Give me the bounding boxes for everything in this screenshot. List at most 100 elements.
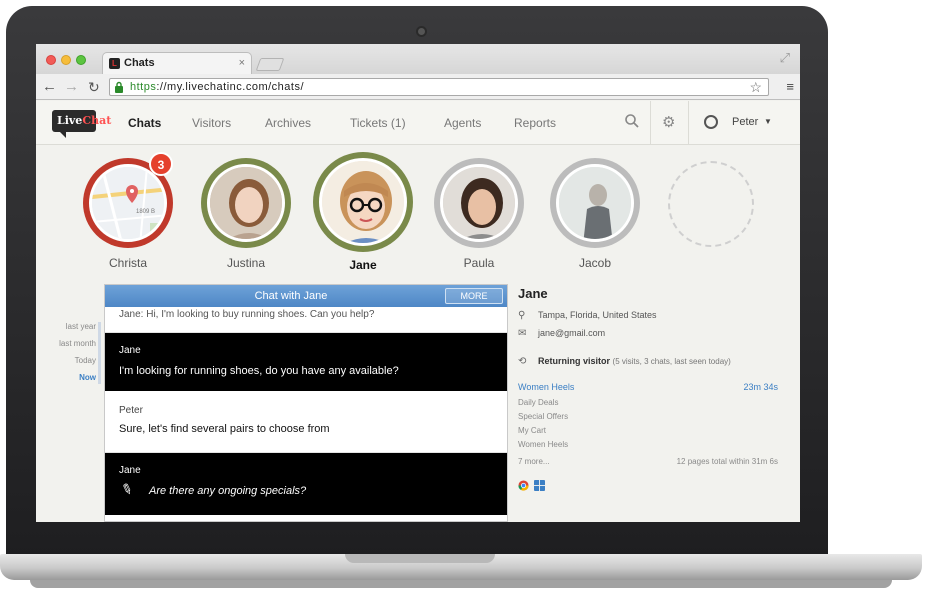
location-text: Tampa, Florida, United States <box>538 310 657 320</box>
unread-badge: 3 <box>149 152 173 176</box>
browser-tabstrip: L Chats × ⤢ <box>36 44 800 74</box>
page-title: My Cart <box>518 426 546 435</box>
visitor-location: ⚲ Tampa, Florida, United States <box>518 310 657 321</box>
visitor-bubble-justina[interactable] <box>201 158 291 248</box>
message-text: Sure, let's find several pairs to choose… <box>119 423 330 435</box>
timeline-label: last month <box>59 339 96 348</box>
timeline-label: last year <box>65 322 96 331</box>
visitor-avatar <box>207 164 285 242</box>
nav-archives[interactable]: Archives <box>265 116 311 130</box>
visitor-detail-name: Jane <box>518 286 548 301</box>
new-tab-button[interactable] <box>255 58 285 71</box>
visited-page[interactable]: Special Offers <box>518 412 778 421</box>
laptop-shadow <box>30 580 892 588</box>
chat-message: Jane ✎ Are there any ongoing specials? <box>105 453 507 515</box>
nav-reports[interactable]: Reports <box>514 116 556 130</box>
chat-message-partial: Jane: Hi, I'm looking to buy running sho… <box>105 307 507 333</box>
pencil-icon: ✎ <box>118 479 136 499</box>
map-label: 1809 B <box>136 209 156 215</box>
chat-message: Peter Sure, let's find several pairs to … <box>105 391 507 453</box>
visited-page[interactable]: My Cart <box>518 426 778 435</box>
map-icon <box>92 167 164 239</box>
tab-title: Chats <box>124 57 155 69</box>
app-navbar: LiveChat Chats Visitors Archives Tickets… <box>36 101 800 145</box>
logo-word-live: Live <box>57 114 83 127</box>
fullscreen-icon[interactable]: ⤢ <box>780 50 790 66</box>
page-title: Daily Deals <box>518 398 559 407</box>
message-author: Peter <box>119 405 143 416</box>
visited-page[interactable]: Daily Deals <box>518 398 778 407</box>
chat-message: Jane I'm looking for running shoes, do y… <box>105 333 507 391</box>
search-icon[interactable] <box>624 113 640 129</box>
forward-icon[interactable]: → <box>64 78 79 95</box>
chrome-icon <box>518 480 529 491</box>
back-icon[interactable]: ← <box>42 78 57 95</box>
visited-page[interactable]: Women Heels <box>518 440 778 449</box>
message-text: I'm looking for running shoes, do you ha… <box>119 365 399 377</box>
visitor-bubble-jacob[interactable] <box>550 158 640 248</box>
user-name[interactable]: Peter <box>732 116 758 128</box>
agent-status-icon[interactable] <box>704 115 718 129</box>
timeline-bar[interactable] <box>98 322 101 384</box>
visitor-bubble-paula[interactable] <box>434 158 524 248</box>
nav-separator <box>688 101 689 145</box>
logo-tail <box>60 132 66 138</box>
message-text: Jane: Hi, I'm looking to buy running sho… <box>119 309 375 320</box>
returning-visitor: ⟲ Returning visitor (5 visits, 3 chats, l… <box>518 356 731 367</box>
visitor-name: Paula <box>463 256 495 270</box>
more-pages-link[interactable]: 7 more... <box>518 457 550 466</box>
chat-panel: Chat with Jane MORE Jane: Hi, I'm lookin… <box>104 284 508 522</box>
location-icon: ⚲ <box>518 310 526 321</box>
visitor-bubble-jane[interactable] <box>313 152 413 252</box>
favicon-icon: L <box>109 58 120 69</box>
avatar-icon <box>322 161 404 243</box>
zoom-window-button[interactable] <box>76 55 86 65</box>
browser-menu-icon[interactable]: ≡ <box>786 79 794 94</box>
visitor-name: Jane <box>349 258 377 272</box>
bookmark-star-icon[interactable]: ☆ <box>749 79 762 96</box>
returning-sub: (5 visits, 3 chats, last seen today) <box>612 357 731 366</box>
logo-word-chat: Chat <box>82 114 112 127</box>
screen: L Chats × ⤢ ← → ↻ https://my.livechatinc… <box>36 44 800 522</box>
visitor-name: Christa <box>108 256 147 270</box>
nav-chats[interactable]: Chats <box>128 116 161 130</box>
chevron-down-icon[interactable]: ▼ <box>764 117 772 126</box>
visitor-bubble-christa[interactable]: 1809 B 3 <box>83 152 173 248</box>
returning-label: Returning visitor <box>538 356 611 366</box>
more-button[interactable]: MORE <box>445 288 503 304</box>
avatar-icon <box>443 167 515 239</box>
browser-tab[interactable]: L Chats × <box>102 52 252 74</box>
address-bar[interactable]: https://my.livechatinc.com/chats/ ☆ <box>109 78 769 96</box>
timeline-label: Today <box>74 356 96 365</box>
minimize-window-button[interactable] <box>61 55 71 65</box>
visited-page[interactable]: Women Heels 23m 34s <box>518 382 778 392</box>
nav-tickets[interactable]: Tickets (1) <box>350 116 406 130</box>
visitor-avatar <box>440 164 518 242</box>
returning-icon: ⟲ <box>518 356 527 367</box>
gear-icon[interactable]: ⚙ <box>662 113 675 131</box>
visitor-map: 1809 B <box>89 164 167 242</box>
page-title: Women Heels <box>518 382 575 392</box>
url-path: ://my.livechatinc.com/chats/ <box>156 81 305 93</box>
windows-icon <box>534 480 545 491</box>
nav-visitors[interactable]: Visitors <box>192 116 231 130</box>
page-time: 23m 34s <box>743 382 778 392</box>
tab-close-icon[interactable]: × <box>239 57 245 69</box>
page-title: Special Offers <box>518 412 569 421</box>
close-window-button[interactable] <box>46 55 56 65</box>
more-pages[interactable]: 7 more... 12 pages total within 31m 6s <box>518 457 778 466</box>
message-author: Jane <box>119 345 141 356</box>
empty-visitor-slot <box>668 161 754 247</box>
email-text[interactable]: jane@gmail.com <box>538 328 605 338</box>
nav-agents[interactable]: Agents <box>444 116 481 130</box>
reload-icon[interactable]: ↻ <box>88 79 100 96</box>
livechat-logo[interactable]: LiveChat <box>52 110 111 138</box>
visitor-avatar <box>319 158 407 246</box>
avatar-icon <box>559 167 631 239</box>
avatar-icon <box>210 167 282 239</box>
chat-header: Chat with Jane MORE <box>105 285 507 307</box>
visitor-avatar <box>556 164 634 242</box>
pages-total: 12 pages total within 31m 6s <box>676 457 778 466</box>
laptop-notch <box>345 554 495 563</box>
visitor-name: Justina <box>226 256 266 270</box>
